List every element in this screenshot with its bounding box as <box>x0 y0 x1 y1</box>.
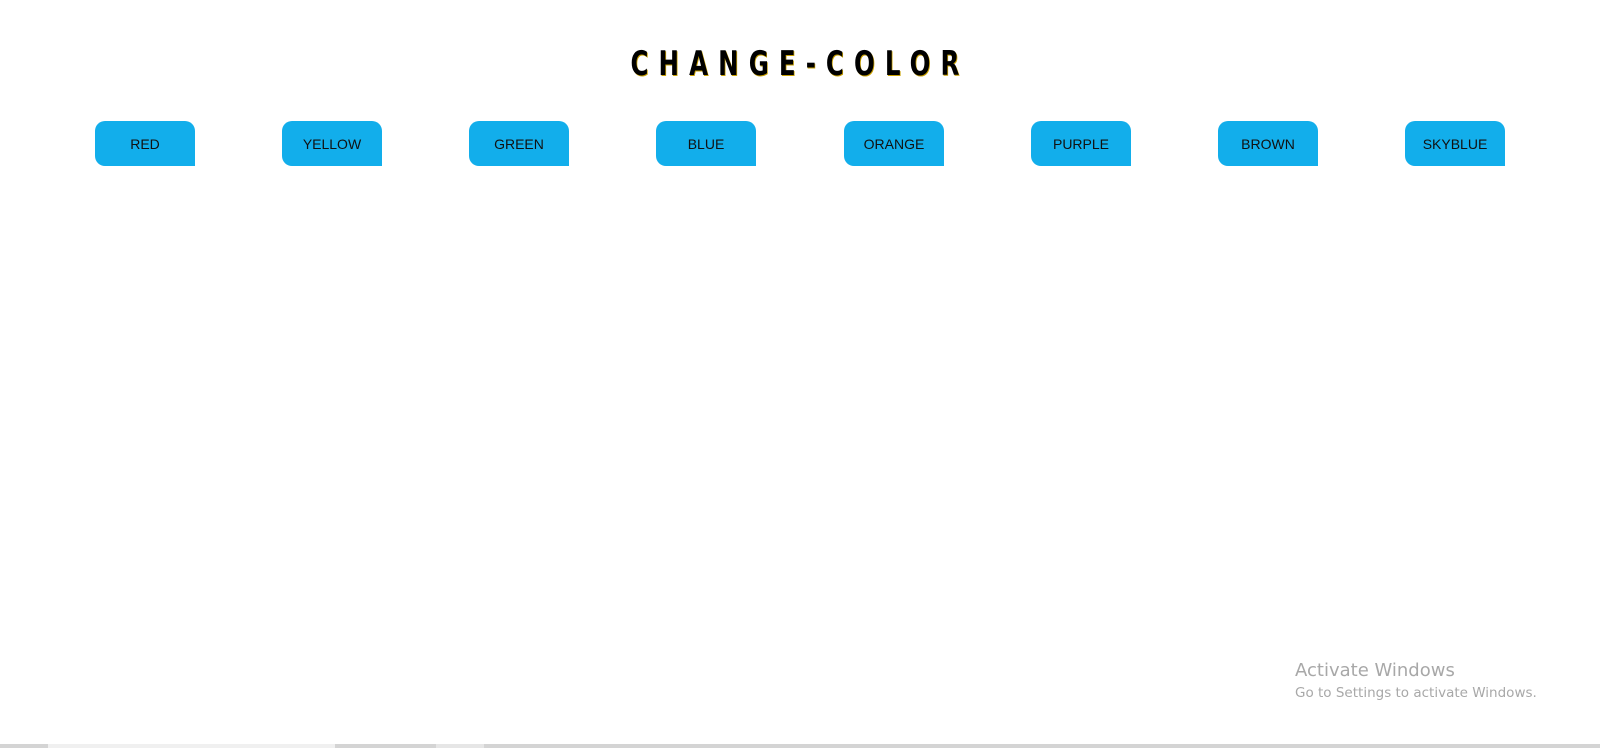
watermark-subtitle: Go to Settings to activate Windows. <box>1295 685 1537 701</box>
page-title: CHANGE-COLOR <box>630 44 970 84</box>
yellow-button[interactable]: YELLOW <box>282 121 382 166</box>
green-button[interactable]: GREEN <box>469 121 569 166</box>
horizontal-scrollbar[interactable] <box>0 744 1600 748</box>
scrollbar-thumb[interactable] <box>48 744 335 748</box>
red-button[interactable]: RED <box>95 121 195 166</box>
activate-windows-watermark: Activate Windows Go to Settings to activ… <box>1295 660 1537 701</box>
orange-button[interactable]: ORANGE <box>844 121 944 166</box>
brown-button[interactable]: BROWN <box>1218 121 1318 166</box>
blue-button[interactable]: BLUE <box>656 121 756 166</box>
skyblue-button[interactable]: SKYBLUE <box>1405 121 1505 166</box>
watermark-title: Activate Windows <box>1295 660 1455 681</box>
purple-button[interactable]: PURPLE <box>1031 121 1131 166</box>
color-button-row: RED YELLOW GREEN BLUE ORANGE PURPLE BROW… <box>0 121 1600 166</box>
scrollbar-segment <box>436 744 484 748</box>
